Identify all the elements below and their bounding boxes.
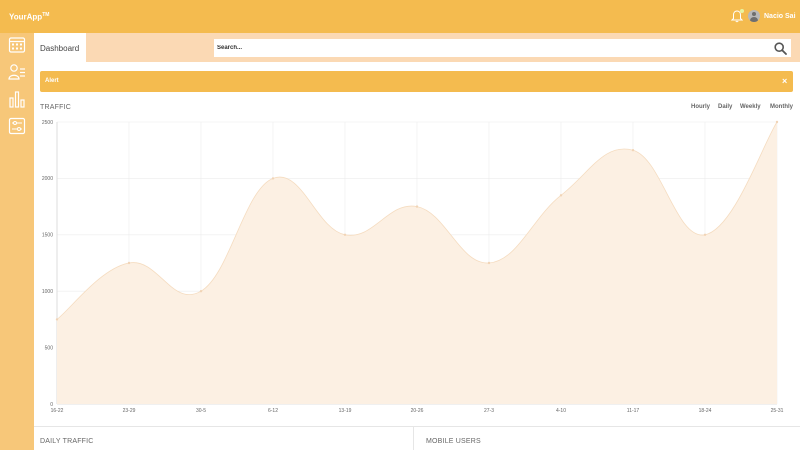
panel-divider [413, 427, 414, 450]
data-point[interactable] [199, 290, 203, 293]
traffic-area [57, 122, 777, 404]
x-tick-label: 18-24 [699, 408, 712, 414]
x-tick-label: 27-3 [484, 408, 494, 414]
range-weekly[interactable]: Weekly [740, 104, 761, 110]
search-bar [214, 39, 791, 57]
y-tick-label: 500 [45, 345, 54, 351]
x-tick-label: 4-10 [556, 408, 566, 414]
users-list-icon[interactable] [8, 63, 26, 81]
range-monthly[interactable]: Monthly [770, 104, 793, 110]
x-tick-label: 23-29 [123, 408, 136, 414]
x-tick-label: 30-5 [196, 408, 206, 414]
trademark-mark: TM [42, 12, 50, 18]
bar-chart-icon[interactable] [8, 90, 26, 108]
x-tick-label: 20-26 [411, 408, 424, 414]
data-point[interactable] [271, 177, 275, 180]
data-point[interactable] [775, 120, 779, 124]
alert-text: Alert [45, 78, 59, 84]
traffic-line [56, 121, 778, 320]
data-point[interactable] [703, 233, 707, 236]
calendar-icon[interactable] [8, 36, 26, 54]
y-tick-label: 1500 [42, 233, 53, 239]
traffic-chart: 0 500 1000 1500 2000 2500 16-22 23-29 30-5 6-12 13… [42, 120, 784, 414]
mobile-users-title: MOBILE USERS [426, 438, 481, 445]
tab-dashboard[interactable]: Dashboard [34, 33, 86, 62]
y-tick-label: 2500 [42, 120, 53, 126]
user-name[interactable]: Nacio Sai [764, 13, 796, 20]
data-point[interactable] [415, 205, 419, 208]
data-point[interactable] [559, 194, 563, 197]
alert-banner: Alert × [40, 71, 793, 92]
traffic-title: TRAFFIC [40, 104, 71, 111]
x-tick-label: 11-17 [627, 408, 640, 414]
sidebar [0, 33, 34, 450]
data-point[interactable] [343, 233, 347, 236]
data-point[interactable] [55, 318, 59, 321]
alert-close-button[interactable]: × [782, 76, 787, 86]
section-divider [34, 426, 800, 427]
top-bar: YourAppTM Nacio Sai [0, 0, 800, 33]
notification-dot [740, 9, 744, 13]
avatar[interactable] [748, 10, 760, 22]
x-tick-label: 13-19 [339, 408, 352, 414]
data-point[interactable] [127, 261, 131, 265]
search-input[interactable] [217, 42, 757, 54]
x-tick-label: 6-12 [268, 408, 278, 414]
settings-sliders-icon[interactable] [8, 117, 26, 135]
data-point[interactable] [487, 261, 491, 265]
x-tick-label: 16-22 [51, 408, 64, 414]
search-icon[interactable] [774, 42, 787, 55]
app-logo[interactable]: YourAppTM [9, 12, 49, 22]
x-tick-label: 25-31 [771, 408, 784, 414]
range-hourly[interactable]: Hourly [691, 104, 710, 110]
y-tick-label: 1000 [42, 289, 53, 295]
range-daily[interactable]: Daily [718, 104, 732, 110]
daily-traffic-title: DAILY TRAFFIC [40, 438, 94, 445]
y-tick-label: 0 [50, 402, 53, 408]
y-tick-label: 2000 [42, 176, 53, 182]
data-point[interactable] [631, 149, 635, 152]
